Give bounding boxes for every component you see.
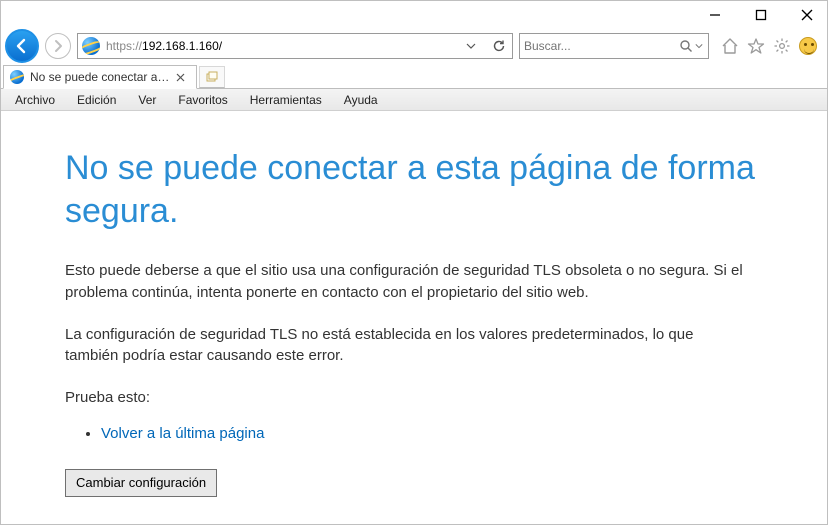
search-dropdown-button[interactable] xyxy=(693,34,704,58)
address-text: https://192.168.1.160/ xyxy=(106,39,454,53)
active-tab[interactable]: No se puede conectar a est... xyxy=(3,65,197,89)
toolbar-right-icons xyxy=(715,35,823,57)
search-box[interactable] xyxy=(519,33,709,59)
menu-file[interactable]: Archivo xyxy=(5,91,65,109)
change-settings-button[interactable]: Cambiar configuración xyxy=(65,469,217,498)
menu-view[interactable]: Ver xyxy=(128,91,166,109)
search-button[interactable] xyxy=(679,34,693,58)
home-icon[interactable] xyxy=(719,35,741,57)
menu-help[interactable]: Ayuda xyxy=(334,91,388,109)
menu-edit[interactable]: Edición xyxy=(67,91,126,109)
tab-strip: No se puede conectar a est... xyxy=(1,63,827,89)
page-content: No se puede conectar a esta página de fo… xyxy=(1,111,827,521)
smiley-icon[interactable] xyxy=(797,35,819,57)
address-bar[interactable]: https://192.168.1.160/ xyxy=(77,33,513,59)
window-caption xyxy=(1,1,827,29)
page-heading: No se puede conectar a esta página de fo… xyxy=(65,147,763,232)
close-button[interactable] xyxy=(793,4,821,26)
minimize-button[interactable] xyxy=(701,4,729,26)
page-paragraph-2: La configuración de seguridad TLS no est… xyxy=(65,324,745,368)
try-this-label: Prueba esto: xyxy=(65,387,763,409)
address-rest: 192.168.1.160/ xyxy=(142,39,222,53)
refresh-button[interactable] xyxy=(488,34,510,58)
new-tab-button[interactable] xyxy=(199,66,225,88)
menu-bar: Archivo Edición Ver Favoritos Herramient… xyxy=(1,89,827,111)
suggestion-list: Volver a la última página xyxy=(65,423,763,445)
address-dropdown-button[interactable] xyxy=(460,34,482,58)
menu-favorites[interactable]: Favoritos xyxy=(168,91,237,109)
favorites-star-icon[interactable] xyxy=(745,35,767,57)
back-to-last-page-link[interactable]: Volver a la última página xyxy=(101,425,264,442)
tab-favicon-icon xyxy=(10,70,24,84)
page-paragraph-1: Esto puede deberse a que el sitio usa un… xyxy=(65,260,745,304)
address-protocol: https:// xyxy=(106,39,142,53)
ie-favicon-icon xyxy=(82,37,100,55)
search-input[interactable] xyxy=(524,39,679,53)
menu-tools[interactable]: Herramientas xyxy=(240,91,332,109)
tab-title: No se puede conectar a est... xyxy=(30,70,170,84)
maximize-button[interactable] xyxy=(747,4,775,26)
settings-gear-icon[interactable] xyxy=(771,35,793,57)
back-button[interactable] xyxy=(5,29,39,63)
navigation-toolbar: https://192.168.1.160/ xyxy=(1,29,827,63)
tab-close-button[interactable] xyxy=(176,73,190,82)
forward-button[interactable] xyxy=(45,33,71,59)
suggestion-item: Volver a la última página xyxy=(101,423,763,445)
